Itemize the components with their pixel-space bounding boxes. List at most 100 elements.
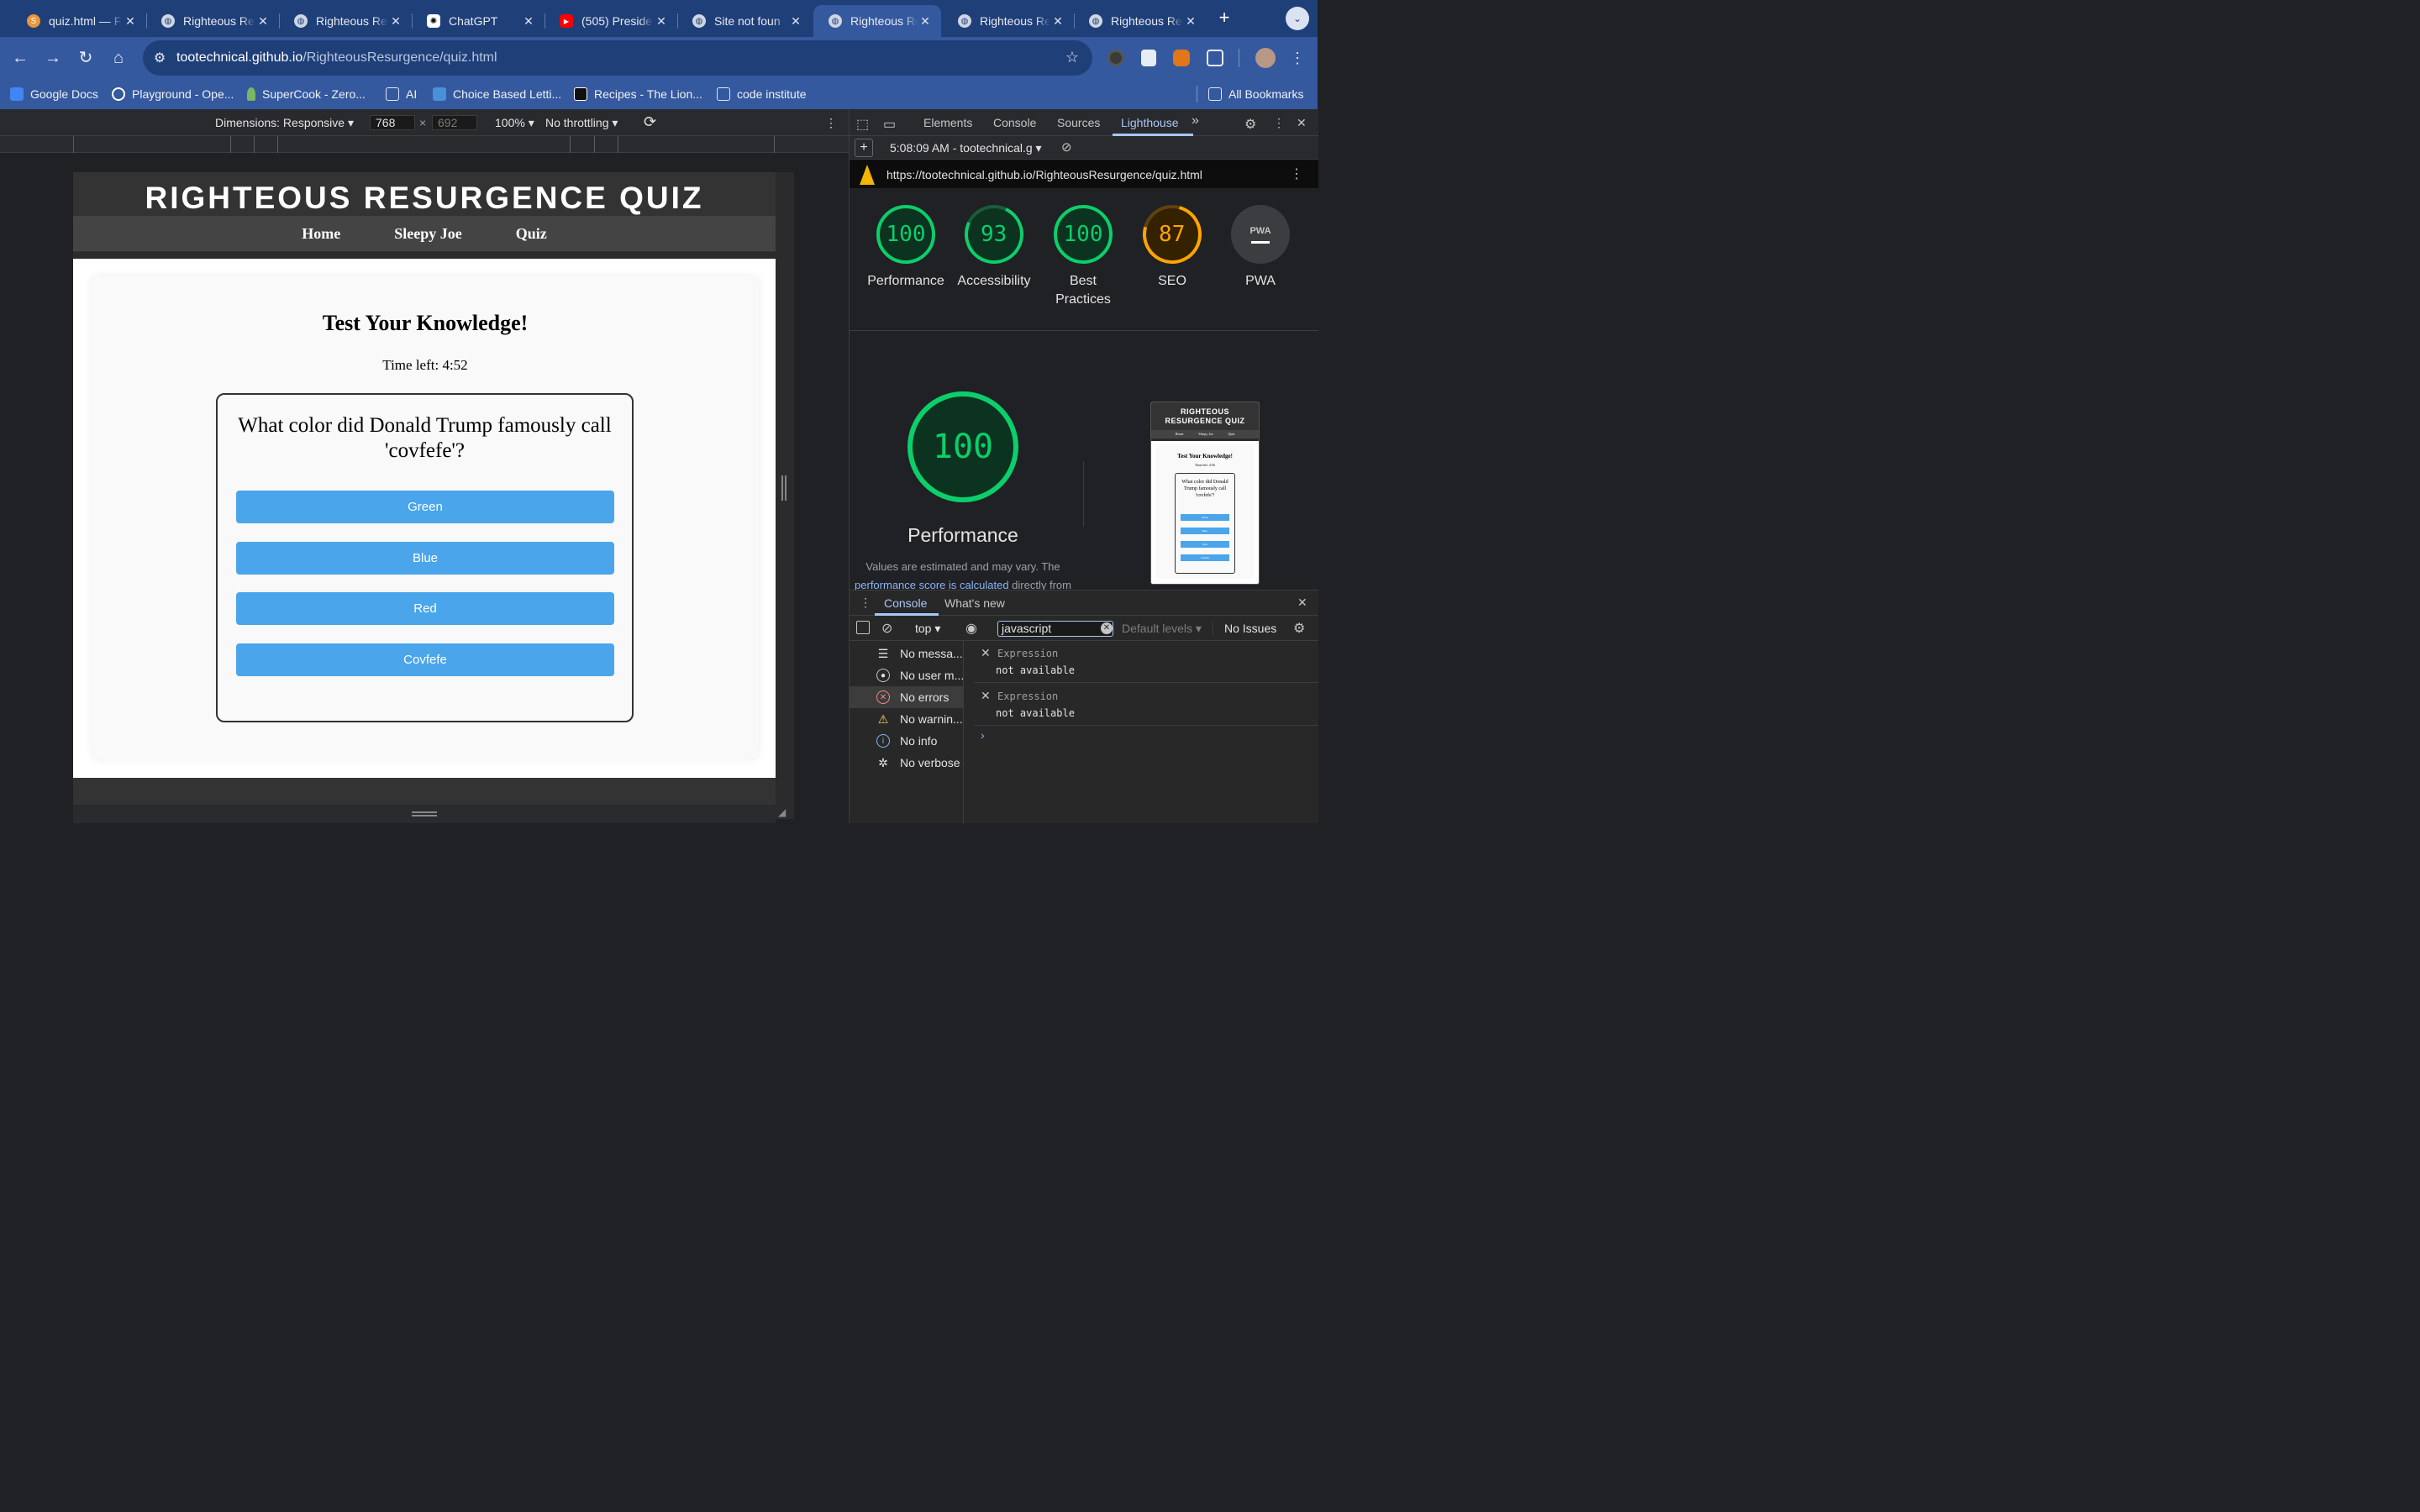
sidebar-toggle-icon[interactable]: [856, 621, 870, 634]
devtools-menu-icon[interactable]: ⋮: [1273, 116, 1285, 130]
nav-link-sleepy-joe[interactable]: Sleepy Joe: [394, 225, 462, 243]
browser-tab[interactable]: ◍ Righteous Re ✕: [1074, 5, 1207, 37]
tab-elements[interactable]: Elements: [923, 116, 972, 129]
live-expression-eye-icon[interactable]: ◉: [965, 620, 977, 637]
new-report-icon[interactable]: +: [855, 139, 873, 157]
answer-button-covfefe[interactable]: Covfefe: [236, 643, 614, 676]
close-icon[interactable]: ✕: [1050, 14, 1065, 29]
home-icon[interactable]: ⌂: [108, 48, 129, 68]
rotate-icon[interactable]: ⟳: [644, 113, 656, 131]
media-query-ruler[interactable]: [0, 136, 849, 153]
sidebar-item-warnings[interactable]: ⚠ No warnin...: [850, 708, 964, 730]
dimensions-dropdown[interactable]: Dimensions: Responsive ▾: [215, 116, 354, 130]
width-input[interactable]: 768: [370, 115, 415, 130]
drawer-tab-console[interactable]: Console: [884, 596, 927, 610]
close-icon[interactable]: ✕: [521, 14, 536, 29]
extensions-puzzle-icon[interactable]: [1207, 50, 1223, 66]
bookmark-supercook[interactable]: SuperCook - Zero...: [247, 86, 366, 102]
browser-tab[interactable]: ◍ Righteous Re ✕: [146, 5, 279, 37]
close-icon[interactable]: ✕: [123, 14, 138, 29]
sidebar-item-verbose[interactable]: ✲ No verbose: [850, 752, 964, 774]
remove-expression-icon[interactable]: ✕: [981, 646, 991, 660]
back-arrow-icon[interactable]: ←: [10, 48, 30, 68]
bookmark-google-docs[interactable]: Google Docs: [10, 86, 98, 102]
browser-tab[interactable]: ◍ Righteous Re ✕: [279, 5, 412, 37]
log-levels-dropdown[interactable]: Default levels ▾: [1122, 622, 1202, 636]
throttling-dropdown[interactable]: No throttling ▾: [545, 116, 618, 130]
sidebar-item-info[interactable]: i No info: [850, 730, 964, 752]
remove-expression-icon[interactable]: ✕: [981, 689, 991, 703]
device-toggle-icon[interactable]: ▭: [883, 116, 896, 133]
settings-gear-icon[interactable]: ⚙: [1244, 116, 1256, 133]
score-best-practices[interactable]: 100 Best Practices: [1043, 205, 1123, 309]
reload-icon[interactable]: ↻: [76, 48, 96, 68]
height-input[interactable]: 692: [432, 115, 477, 130]
nav-link-home[interactable]: Home: [302, 225, 340, 243]
console-settings-gear-icon[interactable]: ⚙: [1293, 620, 1305, 637]
browser-tab[interactable]: ▶ (505) Preside ✕: [544, 5, 677, 37]
menu-kebab-icon[interactable]: ⋮: [1287, 48, 1307, 68]
nav-link-quiz[interactable]: Quiz: [516, 225, 547, 243]
address-bar[interactable]: ⚙ tootechnical.github.io/RighteousResurg…: [143, 40, 1092, 76]
tab-console[interactable]: Console: [993, 116, 1036, 129]
bookmark-recipes[interactable]: Recipes - The Lion...: [574, 86, 702, 102]
device-menu-icon[interactable]: ⋮: [825, 116, 837, 130]
console-filter-input[interactable]: javascript: [997, 621, 1113, 637]
bookmark-folder-code-institute[interactable]: code institute: [717, 86, 807, 102]
resize-corner-icon[interactable]: ◢: [778, 806, 790, 818]
live-expression[interactable]: ✕ Expression not available: [974, 684, 1318, 726]
expression-key[interactable]: Expression: [997, 648, 1058, 659]
drawer-menu-icon[interactable]: ⋮: [860, 596, 871, 610]
clear-reports-icon[interactable]: ⊘: [1061, 139, 1072, 155]
answer-button-red[interactable]: Red: [236, 592, 614, 625]
clipboard-extension-icon[interactable]: [1141, 50, 1156, 66]
tab-search-icon[interactable]: ⌄: [1286, 7, 1309, 30]
tab-lighthouse[interactable]: Lighthouse: [1121, 116, 1179, 129]
browser-tab[interactable]: ✺ ChatGPT ✕: [412, 5, 544, 37]
clear-filter-icon[interactable]: ✕: [1101, 622, 1113, 634]
score-calculator-link[interactable]: performance score is calculated: [855, 579, 1009, 590]
inspect-element-icon[interactable]: ⬚: [856, 116, 869, 133]
score-pwa[interactable]: PWA PWA: [1220, 205, 1301, 291]
site-info-icon[interactable]: ⚙: [143, 50, 176, 66]
expression-key[interactable]: Expression: [997, 690, 1058, 702]
new-tab-button[interactable]: +: [1213, 8, 1235, 29]
bookmark-playground[interactable]: Playground - Ope...: [112, 86, 234, 102]
bookmark-folder-ai[interactable]: AI: [386, 86, 417, 102]
issues-counter[interactable]: No Issues: [1224, 622, 1276, 635]
resize-handle-right[interactable]: [781, 475, 786, 501]
browser-tab[interactable]: ◍ Righteous Re ✕: [943, 5, 1074, 37]
report-selector[interactable]: 5:08:09 AM - tootechnical.g ▾: [890, 141, 1042, 155]
answer-button-blue[interactable]: Blue: [236, 542, 614, 575]
browser-tab-active[interactable]: ◍ Righteous Re ✕: [813, 5, 941, 37]
bookmark-choice-based[interactable]: Choice Based Letti...: [433, 86, 561, 102]
console-prompt-icon[interactable]: ›: [981, 728, 985, 742]
report-menu-icon[interactable]: ⋮: [1290, 165, 1303, 182]
score-performance[interactable]: 100 Performance: [865, 205, 946, 291]
avatar[interactable]: [1255, 48, 1276, 68]
clear-console-icon[interactable]: ⊘: [881, 620, 892, 637]
final-screenshot-thumbnail[interactable]: RIGHTEOUS RESURGENCE QUIZ Home Sleepy Joe…: [1150, 402, 1260, 585]
answer-button-green[interactable]: Green: [236, 491, 614, 523]
sidebar-item-user-messages[interactable]: ● No user m...: [850, 664, 964, 686]
drawer-tab-whats-new[interactable]: What's new: [944, 596, 1005, 610]
browser-tab[interactable]: S quiz.html — F ✕: [12, 5, 146, 37]
close-icon[interactable]: ✕: [654, 14, 669, 29]
close-icon[interactable]: ✕: [1183, 14, 1198, 29]
context-selector[interactable]: top ▾: [915, 622, 940, 636]
tab-sources[interactable]: Sources: [1057, 116, 1100, 129]
sidebar-item-errors[interactable]: ✕ No errors: [850, 686, 964, 708]
close-drawer-icon[interactable]: ✕: [1297, 596, 1307, 610]
report-url[interactable]: https://tootechnical.github.io/Righteous…: [886, 168, 1202, 181]
record-extension-icon[interactable]: [1107, 50, 1124, 66]
close-icon[interactable]: ✕: [255, 14, 271, 29]
all-bookmarks[interactable]: All Bookmarks: [1208, 86, 1303, 102]
close-icon[interactable]: ✕: [918, 14, 933, 29]
sidebar-item-messages[interactable]: ☰ No messa...: [850, 643, 964, 664]
more-tabs-icon[interactable]: »: [1192, 113, 1199, 129]
score-seo[interactable]: 87 SEO: [1132, 194, 1213, 291]
resize-handle-bottom[interactable]: [412, 811, 437, 816]
zoom-dropdown[interactable]: 100% ▾: [495, 116, 534, 130]
score-accessibility[interactable]: 93 Accessibility: [954, 197, 1034, 291]
bookmark-star-icon[interactable]: ☆: [1065, 49, 1079, 66]
